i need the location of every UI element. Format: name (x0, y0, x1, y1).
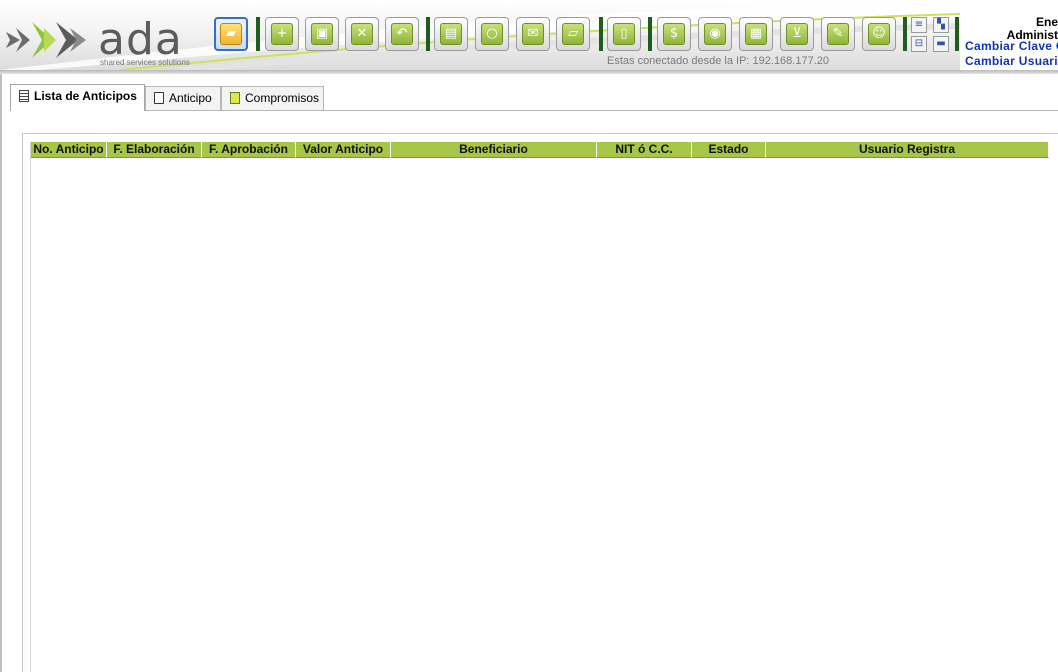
anticipos-grid-header: No. Anticipo F. Elaboración F. Aprobación V… (31, 142, 1050, 158)
session-period: Ene (1035, 15, 1058, 29)
toolbar-separator (426, 17, 430, 51)
approve-stamp-icon: ✎ (827, 23, 849, 45)
tab-label: Compromisos (245, 91, 320, 105)
list-document-icon (19, 90, 29, 102)
new-document-icon: + (271, 23, 293, 45)
toolbar-separator (903, 17, 907, 51)
shopping-cart-icon: ⊻ (786, 23, 808, 45)
export-excel-icon: ✉ (522, 23, 544, 45)
shopping-cart-button[interactable]: ⊻ (780, 17, 814, 51)
anticipos-grid-body[interactable] (30, 142, 1058, 672)
open-folder-button[interactable]: ▰ (214, 17, 248, 51)
modules-grid-button[interactable]: ▦ (739, 17, 773, 51)
column-header-valor-anticipo[interactable]: Valor Anticipo (296, 142, 391, 158)
tree-view-icon: ⊟ (914, 38, 924, 49)
new-document-button[interactable]: + (265, 17, 299, 51)
header-divider (0, 70, 1058, 74)
document-icon (154, 92, 164, 104)
picture-icon: ▬ (936, 38, 946, 49)
printer-button[interactable]: ▤ (434, 17, 468, 51)
save-disk-icon: ▣ (311, 23, 333, 45)
session-panel: Ene Administ Cambiar Clave C Cambiar Usu… (962, 14, 1058, 72)
toolbar-separator (955, 17, 959, 51)
window-left-border (0, 74, 2, 672)
list-view-icon: ≡ (914, 19, 924, 30)
users-icon: ☺ (868, 23, 890, 45)
delete-document-button[interactable]: ✕ (345, 17, 379, 51)
search-magnifier-button[interactable]: ○ (475, 17, 509, 51)
list-view-button[interactable]: ≡ (911, 17, 927, 33)
tab-strip: Lista de Anticipos Anticipo Compromisos (10, 84, 1058, 112)
toolbar-separator (599, 17, 603, 51)
camera-icon: ◉ (704, 23, 726, 45)
save-disk-button[interactable]: ▣ (305, 17, 339, 51)
printer-icon: ▤ (440, 23, 462, 45)
column-header-estado[interactable]: Estado (692, 142, 766, 158)
connection-ip-label: Estas conectado desde la IP: 192.168.177… (607, 55, 829, 67)
notes-icon (230, 92, 240, 104)
brand-tagline: shared services solutions (100, 58, 190, 67)
export-excel-button[interactable]: ✉ (516, 17, 550, 51)
column-header-f-aprobación[interactable]: F. Aprobación (202, 142, 296, 158)
money-bag-icon: $ (663, 23, 685, 45)
change-user-link[interactable]: Cambiar Usuario (965, 54, 1058, 68)
column-header-beneficiario[interactable]: Beneficiario (391, 142, 597, 158)
tab-panel-border (10, 110, 1058, 111)
column-header-f-elaboración[interactable]: F. Elaboración (107, 142, 202, 158)
toolbar-separator (648, 17, 652, 51)
import-package-icon: ▱ (562, 23, 584, 45)
tab-anticipo[interactable]: Anticipo (145, 86, 221, 110)
ada-logo-mark-icon (6, 22, 86, 58)
import-package-button[interactable]: ▱ (556, 17, 590, 51)
tab-label: Lista de Anticipos (34, 89, 137, 103)
delete-document-icon: ✕ (351, 23, 373, 45)
column-header-usuario-registra[interactable]: Usuario Registra (766, 142, 1049, 158)
undo-icon: ↶ (391, 23, 413, 45)
change-password-link[interactable]: Cambiar Clave C (965, 39, 1058, 53)
colors-button[interactable]: ▚ (933, 17, 949, 33)
lock-button[interactable]: ▯ (607, 17, 641, 51)
header-band: ada shared services solutions Estas cone… (0, 0, 960, 70)
column-header-no-anticipo[interactable]: No. Anticipo (31, 142, 107, 158)
column-header-nit-ó-c-c[interactable]: NIT ó C.C. (597, 142, 692, 158)
picture-button[interactable]: ▬ (933, 36, 949, 52)
colors-icon: ▚ (937, 19, 945, 30)
tab-compromisos[interactable]: Compromisos (221, 86, 324, 110)
camera-button[interactable]: ◉ (698, 17, 732, 51)
money-bag-button[interactable]: $ (657, 17, 691, 51)
brand-name: ada (98, 14, 183, 65)
toolbar-separator (256, 17, 260, 51)
modules-grid-icon: ▦ (745, 23, 767, 45)
tab-lista-de-anticipos[interactable]: Lista de Anticipos (10, 84, 145, 111)
tree-view-button[interactable]: ⊟ (911, 36, 927, 52)
undo-button[interactable]: ↶ (385, 17, 419, 51)
approve-stamp-button[interactable]: ✎ (821, 17, 855, 51)
search-magnifier-icon: ○ (481, 23, 503, 45)
app-header: ada shared services solutions Estas cone… (0, 0, 1058, 74)
tab-label: Anticipo (169, 91, 212, 105)
lock-icon: ▯ (613, 23, 635, 45)
open-folder-icon: ▰ (220, 23, 242, 45)
ada-logo: ada shared services solutions (6, 12, 206, 68)
users-button[interactable]: ☺ (862, 17, 896, 51)
